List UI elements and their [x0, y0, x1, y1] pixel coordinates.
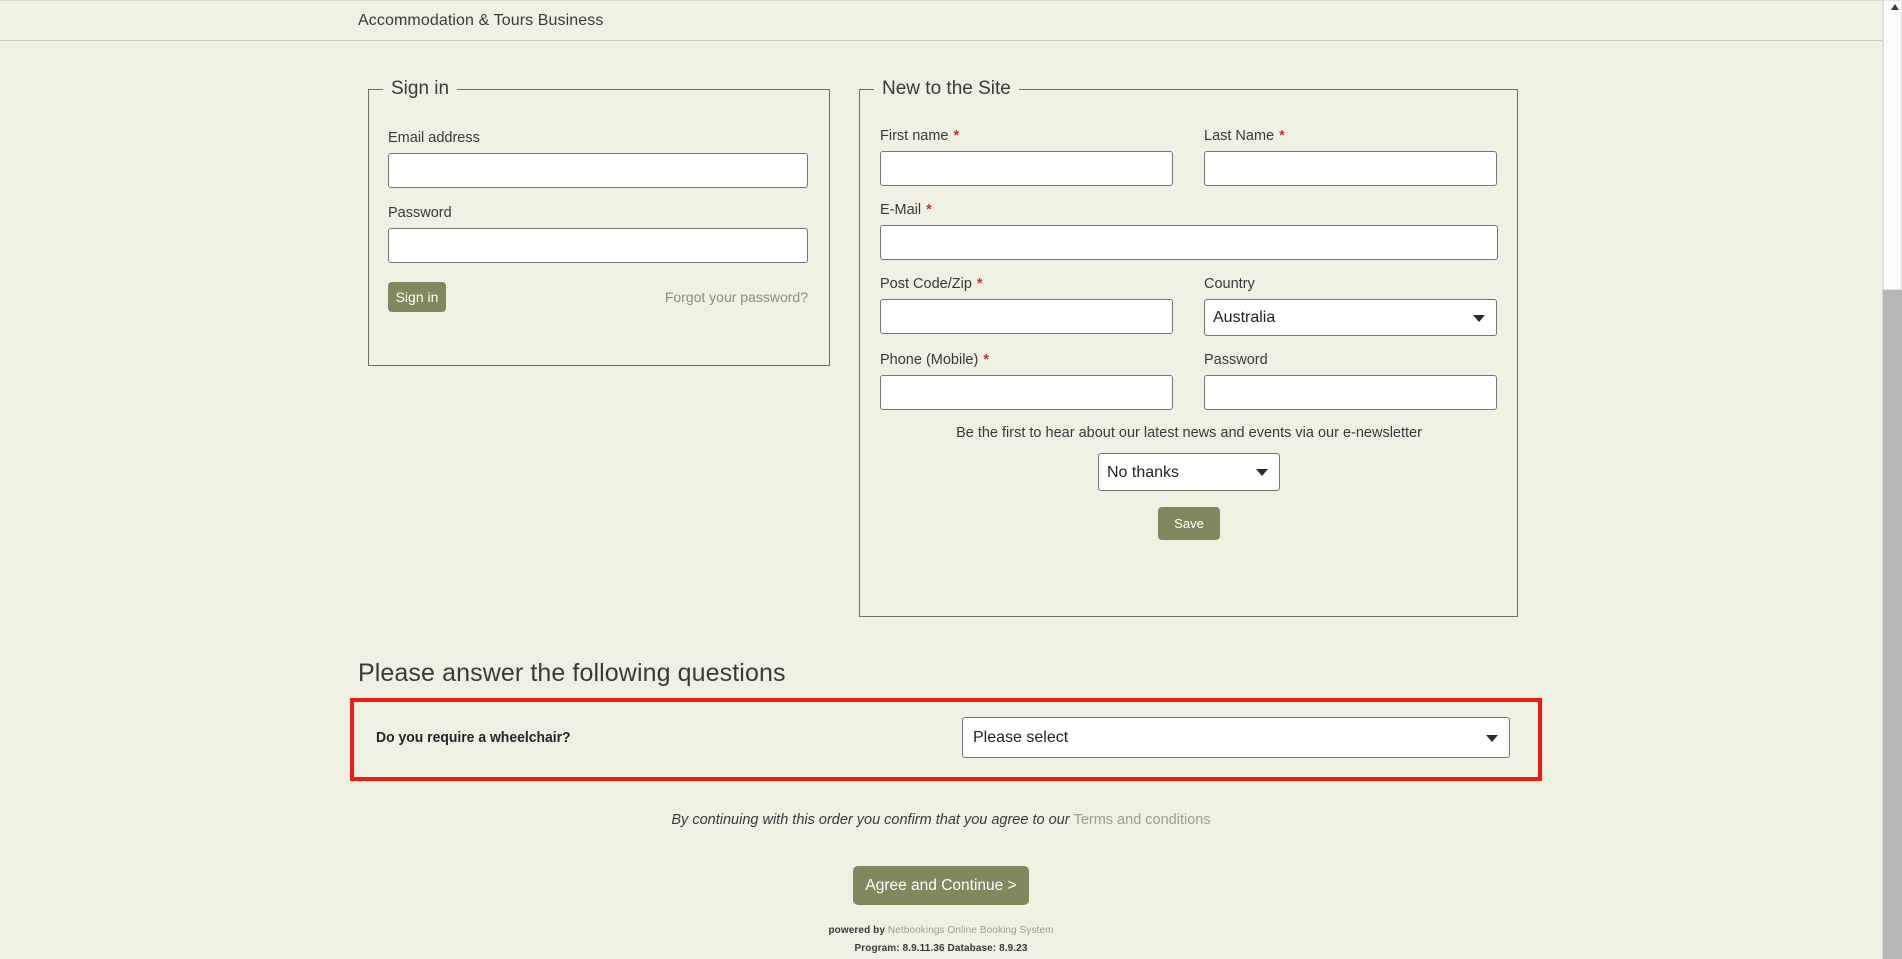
signin-password-input[interactable]	[388, 228, 808, 263]
register-country-select[interactable]: Australia	[1204, 299, 1497, 336]
register-last-name-input[interactable]	[1204, 151, 1497, 186]
newsletter-select[interactable]: No thanks	[1098, 453, 1280, 491]
signin-legend: Sign in	[391, 78, 450, 99]
forgot-password-link[interactable]: Forgot your password?	[665, 289, 808, 305]
register-panel: New to the Site First name * Last Name *…	[859, 78, 1518, 617]
agree-and-continue-button[interactable]: Agree and Continue >	[853, 866, 1029, 905]
register-phone-input[interactable]	[880, 375, 1173, 410]
vertical-scrollbar[interactable]	[1882, 0, 1902, 959]
powered-by-line: powered by Netbookings Online Booking Sy…	[0, 925, 1882, 936]
terms-and-conditions-link[interactable]: Terms and conditions	[1074, 812, 1211, 828]
signin-password-label: Password	[388, 205, 452, 221]
register-password-label: Password	[1204, 352, 1268, 368]
questions-title: Please answer the following questions	[358, 659, 786, 687]
save-button[interactable]: Save	[1158, 507, 1220, 540]
register-email-text: E-Mail	[880, 202, 922, 218]
required-asterisk: *	[1279, 128, 1285, 144]
register-last-name-group: Last Name *	[1204, 127, 1497, 186]
register-phone-group: Phone (Mobile) *	[880, 351, 1173, 410]
scrollbar-thumb[interactable]	[1883, 0, 1902, 290]
signin-password-group: Password	[388, 204, 808, 263]
register-phone-text: Phone (Mobile)	[880, 352, 979, 368]
signin-submit-button[interactable]: Sign in	[388, 282, 446, 312]
signin-email-label: Email address	[388, 130, 480, 146]
register-postcode-label: Post Code/Zip *	[880, 275, 1173, 293]
required-asterisk: *	[926, 202, 932, 218]
register-country-select-wrap: Australia	[1204, 299, 1497, 336]
required-asterisk: *	[953, 128, 960, 144]
scroll-up-arrow-icon[interactable]	[1891, 4, 1899, 10]
register-email-label: E-Mail *	[880, 201, 1498, 219]
register-country-label: Country	[1204, 276, 1255, 292]
register-name-row: First name * Last Name *	[880, 127, 1498, 186]
register-first-name-group: First name *	[880, 127, 1173, 186]
register-contact-row: Phone (Mobile) * Password	[880, 351, 1498, 410]
register-postcode-input[interactable]	[880, 299, 1173, 334]
signin-email-input[interactable]	[388, 153, 808, 188]
required-asterisk: *	[983, 352, 990, 368]
page-header: Accommodation & Tours Business	[0, 0, 1882, 41]
register-first-name-input[interactable]	[880, 151, 1173, 186]
register-password-group: Password	[1204, 351, 1497, 410]
question-row: Do you require a wheelchair? Please sele…	[354, 702, 1538, 777]
newsletter-select-wrap: No thanks	[1098, 453, 1280, 491]
register-phone-label: Phone (Mobile) *	[880, 351, 1173, 369]
question-select-wrap: Please select	[962, 717, 1510, 758]
page-title: Accommodation & Tours Business	[358, 12, 604, 29]
page-root: Accommodation & Tours Business Sign in E…	[0, 0, 1902, 959]
questions-highlight-box: Do you require a wheelchair? Please sele…	[350, 698, 1542, 781]
register-last-name-text: Last Name	[1204, 128, 1275, 144]
register-first-name-text: First name	[880, 128, 949, 144]
powered-by-prefix: powered by	[828, 925, 888, 936]
question-label-wheelchair: Do you require a wheelchair?	[376, 729, 571, 746]
register-password-input[interactable]	[1204, 375, 1497, 410]
register-last-name-label: Last Name *	[1204, 127, 1497, 145]
netbookings-link[interactable]: Netbookings Online Booking System	[888, 925, 1054, 936]
register-legend: New to the Site	[882, 78, 1011, 99]
version-line: Program: 8.9.11.36 Database: 8.9.23	[854, 943, 1028, 954]
register-postcode-text: Post Code/Zip	[880, 276, 972, 292]
terms-text: By continuing with this order you confir…	[671, 812, 1074, 828]
question-select-wheelchair[interactable]: Please select	[962, 717, 1510, 758]
register-first-name-label: First name *	[880, 127, 1173, 145]
required-asterisk: *	[976, 276, 983, 292]
newsletter-note: Be the first to hear about our latest ne…	[956, 425, 1422, 441]
signin-panel: Sign in Email address Password Sign in F…	[368, 78, 830, 366]
register-email-group: E-Mail *	[880, 201, 1498, 260]
register-postcode-group: Post Code/Zip *	[880, 275, 1173, 336]
terms-line: By continuing with this order you confir…	[0, 812, 1882, 828]
register-country-group: Country Australia	[1204, 275, 1497, 336]
register-email-input[interactable]	[880, 225, 1498, 260]
register-location-row: Post Code/Zip * Country Australia	[880, 275, 1498, 336]
signin-action-row: Sign in Forgot your password?	[388, 282, 808, 312]
page-footer: powered by Netbookings Online Booking Sy…	[0, 925, 1882, 954]
signin-email-group: Email address	[388, 129, 808, 188]
